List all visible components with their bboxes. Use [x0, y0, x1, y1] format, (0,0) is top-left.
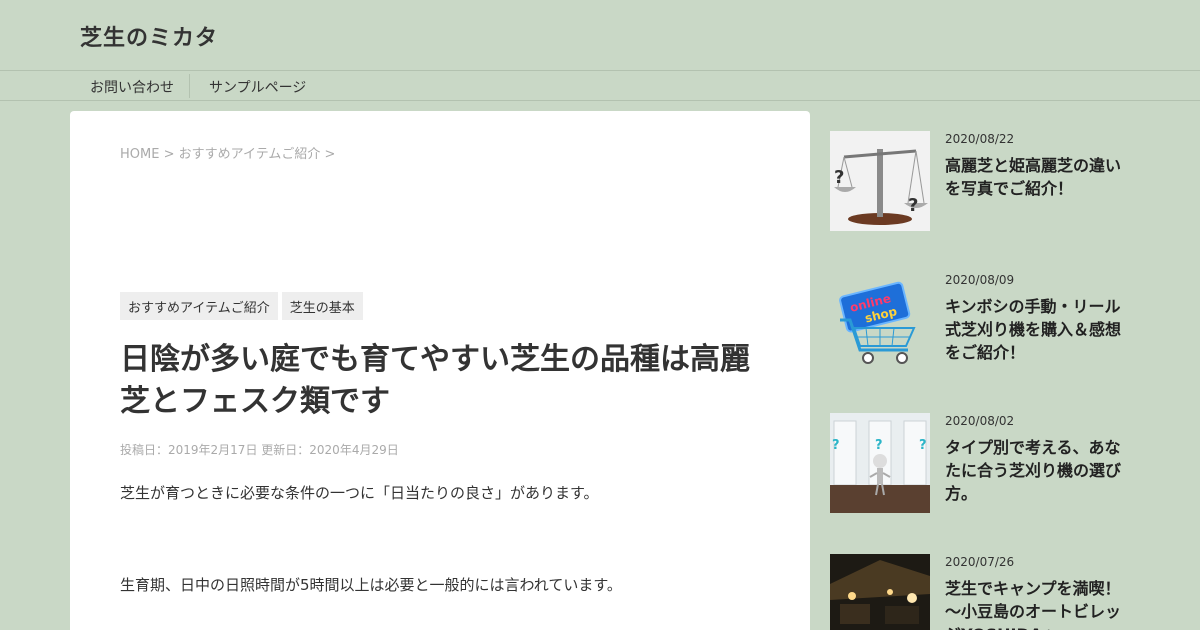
sidebar-post-date: 2020/08/02 — [945, 414, 1015, 428]
svg-text:?: ? — [832, 438, 840, 453]
sidebar-post-date: 2020/07/26 — [945, 555, 1015, 569]
shopping-cart-thumbnail[interactable]: online shop — [830, 272, 930, 372]
site-header: 芝生のミカタ — [0, 0, 1200, 70]
article-paragraph: 芝生が育つときに必要な条件の一つに「日当たりの良さ」があります。 — [120, 484, 599, 502]
breadcrumb-category-link[interactable]: おすすめアイテムご紹介 — [179, 147, 321, 162]
nav-item-sample-page[interactable]: サンプルページ — [209, 77, 306, 97]
category-tags: おすすめアイテムご紹介 芝生の基本 — [120, 292, 363, 320]
sidebar-post-title[interactable]: 芝生でキャンプを満喫！～小豆島のオートビレッジYOSHIDAへ — [945, 577, 1130, 630]
svg-text:?: ? — [908, 195, 918, 216]
sidebar-post-title[interactable]: タイプ別で考える、あなたに合う芝刈り機の選び方。 — [945, 436, 1130, 505]
updated-date: 更新日：2020年4月29日 — [261, 443, 399, 457]
svg-text:?: ? — [919, 438, 927, 453]
svg-text:?: ? — [834, 167, 844, 188]
breadcrumb-separator: > — [159, 147, 179, 162]
sidebar-post-date: 2020/08/22 — [945, 132, 1015, 146]
category-tag-lawn-basics[interactable]: 芝生の基本 — [281, 292, 363, 320]
sidebar-post[interactable]: online shop 2020/08/09 キンボシの手動・リール式芝刈り機を… — [830, 272, 1130, 372]
breadcrumb: HOME > おすすめアイテムご紹介 > — [120, 143, 335, 162]
scale-thumbnail[interactable]: ? ? — [830, 131, 930, 231]
article-paragraph: 生育期、日中の日照時間が5時間以上は必要と一般的には言われています。 — [120, 576, 622, 594]
article-card: HOME > おすすめアイテムご紹介 > おすすめアイテムご紹介 芝生の基本 日… — [70, 111, 810, 630]
site-title[interactable]: 芝生のミカタ — [80, 20, 218, 52]
breadcrumb-home-link[interactable]: HOME — [120, 147, 159, 162]
breadcrumb-separator: > — [320, 147, 336, 162]
sidebar-post[interactable]: 2020/07/26 芝生でキャンプを満喫！～小豆島のオートビレッジYOSHID… — [830, 554, 1130, 630]
sidebar-post[interactable]: ? ? ? 2020/08/02 タイプ別で考える、あなたに合う芝刈り機の選び方… — [830, 413, 1130, 513]
nav-item-contact[interactable]: お問い合わせ — [90, 77, 174, 97]
sidebar-post-title[interactable]: 高麗芝と姫高麗芝の違いを写真でご紹介！ — [945, 154, 1130, 200]
camping-thumbnail[interactable] — [830, 554, 930, 630]
sidebar-post-title[interactable]: キンボシの手動・リール式芝刈り機を購入＆感想をご紹介！ — [945, 295, 1130, 364]
posted-date: 投稿日：2019年2月17日 — [120, 443, 258, 457]
svg-text:?: ? — [875, 438, 883, 453]
global-nav: お問い合わせ サンプルページ — [0, 70, 1200, 101]
doors-thumbnail[interactable]: ? ? ? — [830, 413, 930, 513]
nav-divider — [189, 74, 190, 98]
post-dates: 投稿日：2019年2月17日 更新日：2020年4月29日 — [120, 441, 399, 458]
category-tag-recommended[interactable]: おすすめアイテムご紹介 — [120, 292, 278, 320]
sidebar-post-date: 2020/08/09 — [945, 273, 1015, 287]
post-title: 日陰が多い庭でも育てやすい芝生の品種は高麗芝とフェスク類です — [120, 342, 750, 419]
sidebar-post[interactable]: ? ? 2020/08/22 高麗芝と姫高麗芝の違いを写真でご紹介！ — [830, 131, 1130, 231]
